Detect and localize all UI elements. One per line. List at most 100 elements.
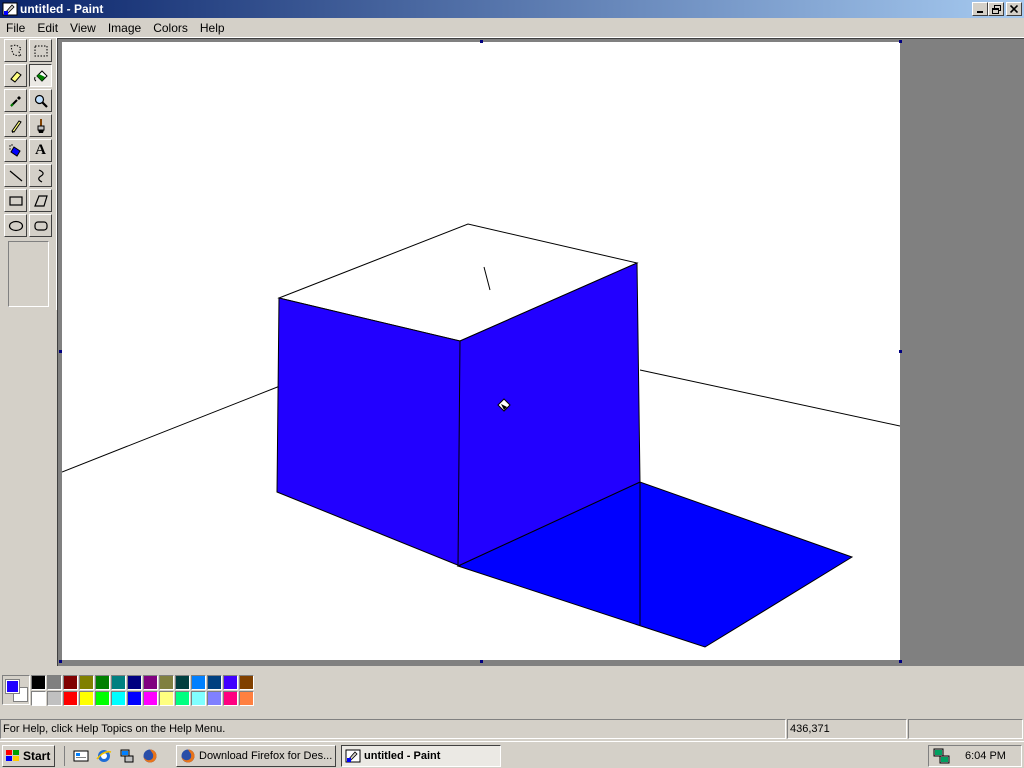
tool-select[interactable] <box>29 39 52 62</box>
firefox-icon <box>181 749 195 763</box>
restore-button[interactable] <box>988 2 1004 16</box>
window-title: untitled - Paint <box>20 2 104 16</box>
tool-box: A <box>0 38 57 310</box>
palette-swatch[interactable] <box>127 691 142 706</box>
menu-image[interactable]: Image <box>102 18 147 38</box>
menu-help[interactable]: Help <box>194 18 231 38</box>
tool-polygon[interactable] <box>29 189 52 212</box>
start-button[interactable]: Start <box>2 745 55 767</box>
paint-bucket-icon <box>33 69 48 82</box>
tool-airbrush[interactable] <box>4 139 27 162</box>
tool-free-form-select[interactable] <box>4 39 27 62</box>
resize-handle-right[interactable] <box>899 350 902 353</box>
minimize-icon <box>977 11 983 13</box>
show-desktop-icon[interactable] <box>71 746 91 766</box>
palette-swatch[interactable] <box>63 691 78 706</box>
palette-swatch[interactable] <box>111 675 126 690</box>
status-size <box>908 719 1023 739</box>
palette-swatch[interactable] <box>159 691 174 706</box>
start-label: Start <box>23 749 51 763</box>
palette-swatch[interactable] <box>79 691 94 706</box>
tool-brush[interactable] <box>29 114 52 137</box>
workspace <box>57 38 1024 666</box>
tool-magnifier[interactable] <box>29 89 52 112</box>
network-icon[interactable] <box>117 746 137 766</box>
palette-swatch[interactable] <box>175 691 190 706</box>
palette-swatch[interactable] <box>207 675 222 690</box>
tool-curve[interactable] <box>29 164 52 187</box>
tool-pick-color[interactable] <box>4 89 27 112</box>
task-firefox-download[interactable]: Download Firefox for Des... <box>176 745 336 767</box>
ground-line-right <box>639 369 901 427</box>
menu-view[interactable]: View <box>64 18 102 38</box>
tool-pencil[interactable] <box>4 114 27 137</box>
rect-select-icon <box>34 45 47 56</box>
current-colors <box>2 675 30 705</box>
taskbar-clock[interactable]: 6:04 PM <box>965 750 1006 762</box>
eyedropper-icon <box>9 95 21 107</box>
palette-swatch[interactable] <box>191 691 206 706</box>
tool-rectangle[interactable] <box>4 189 27 212</box>
status-bar: For Help, click Help Topics on the Help … <box>0 719 1024 740</box>
curve-icon <box>37 168 44 183</box>
tool-line[interactable] <box>4 164 27 187</box>
palette-swatch[interactable] <box>63 675 78 690</box>
task-paint-label: untitled - Paint <box>364 750 441 762</box>
firefox-icon[interactable] <box>140 746 160 766</box>
close-icon <box>1010 5 1018 13</box>
airbrush-icon <box>8 143 21 157</box>
tool-options-box[interactable] <box>8 241 49 307</box>
brush-icon <box>37 118 44 133</box>
close-button[interactable] <box>1006 2 1022 16</box>
palette-swatch[interactable] <box>95 691 110 706</box>
window-controls <box>972 2 1022 16</box>
menu-file[interactable]: File <box>0 18 31 38</box>
palette-swatch[interactable] <box>31 675 46 690</box>
tool-fill-with-color[interactable] <box>29 64 52 87</box>
palette-swatch[interactable] <box>47 691 62 706</box>
tool-rounded-rectangle[interactable] <box>29 214 52 237</box>
palette-swatch[interactable] <box>223 675 238 690</box>
palette-swatch[interactable] <box>175 675 190 690</box>
minimize-button[interactable] <box>972 2 988 16</box>
palette-swatch[interactable] <box>207 691 222 706</box>
task-paint[interactable]: untitled - Paint <box>341 745 501 767</box>
network-tray-icon[interactable] <box>933 748 951 764</box>
paint-window: untitled - Paint File Edit View Image Co… <box>0 0 1024 768</box>
palette-swatch[interactable] <box>47 675 62 690</box>
resize-handle-bottom-left <box>59 660 62 663</box>
palette-swatch[interactable] <box>191 675 206 690</box>
palette-swatch[interactable] <box>239 675 254 690</box>
palette-swatch[interactable] <box>127 675 142 690</box>
drawing-canvas[interactable] <box>61 42 901 660</box>
color-palette <box>31 675 254 706</box>
windows-logo-icon <box>6 750 19 761</box>
tool-ellipse[interactable] <box>4 214 27 237</box>
palette-swatch[interactable] <box>143 691 158 706</box>
tool-text[interactable]: A <box>29 139 52 162</box>
palette-swatch[interactable] <box>31 691 46 706</box>
internet-explorer-icon[interactable] <box>94 746 114 766</box>
status-coordinates: 436,371 <box>787 719 907 739</box>
polygon-icon <box>33 194 48 207</box>
rounded-rectangle-icon <box>33 220 48 231</box>
menu-bar: File Edit View Image Colors Help <box>0 18 1024 38</box>
resize-handle-bottom-right[interactable] <box>899 660 902 663</box>
palette-swatch[interactable] <box>143 675 158 690</box>
palette-swatch[interactable] <box>223 691 238 706</box>
title-bar[interactable]: untitled - Paint <box>0 0 1024 18</box>
menu-edit[interactable]: Edit <box>31 18 64 38</box>
tool-eraser[interactable] <box>4 64 27 87</box>
palette-swatch[interactable] <box>159 675 174 690</box>
eraser-icon <box>9 70 22 83</box>
pencil-icon <box>10 119 22 133</box>
palette-swatch[interactable] <box>111 691 126 706</box>
ellipse-icon <box>8 220 23 231</box>
menu-colors[interactable]: Colors <box>147 18 194 38</box>
palette-swatch[interactable] <box>239 691 254 706</box>
system-tray: 6:04 PM <box>928 745 1022 767</box>
paint-app-icon <box>2 2 18 16</box>
resize-handle-bottom[interactable] <box>480 660 483 663</box>
palette-swatch[interactable] <box>79 675 94 690</box>
palette-swatch[interactable] <box>95 675 110 690</box>
